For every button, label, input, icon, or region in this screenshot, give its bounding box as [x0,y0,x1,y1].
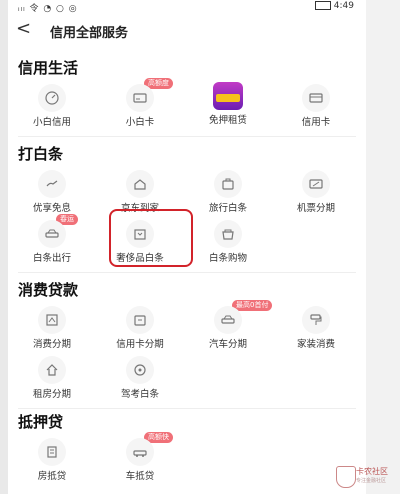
divider [18,408,356,409]
plane-ticket-icon [302,170,330,198]
chevron-left-icon[interactable]: < [16,18,31,39]
paint-roller-icon [302,306,330,334]
highlight-box [109,209,193,267]
item-label: 白条出行 [32,253,71,264]
service-item[interactable]: 信用卡 [272,80,360,130]
service-item[interactable]: 高额度 小白卡 [96,78,184,130]
item-label: 车抵贷 [125,471,155,482]
section-credit-life: 信用生活 小白信用 高额度 小白卡 免押租赁 信用卡 [8,56,366,145]
section-mortgage: 抵押贷 房抵贷 高额快 车抵贷 [8,410,366,484]
item-label: 租房分期 [32,389,71,400]
nav-header: < 信用全部服务 [8,12,366,46]
promo-icon [213,82,243,110]
background-strip [366,0,400,494]
item-label: 汽车分期 [208,339,247,350]
service-item[interactable]: 优享免息 [8,166,96,216]
suitcase-icon [214,170,242,198]
building-icon [38,438,66,466]
service-item[interactable]: 高额快 车抵贷 [96,432,184,484]
divider [18,272,356,273]
card-icon [126,84,154,112]
service-item[interactable]: 小白信用 [8,80,96,130]
service-item[interactable]: 家装消费 [272,302,360,352]
item-label: 免押租赁 [208,115,247,126]
item-label: 小白信用 [32,117,71,128]
watermark-text: 卡农社区 [356,467,388,476]
car-icon [38,220,66,248]
shield-icon [336,466,356,488]
watermark-sub: 专注金融社区 [356,478,387,484]
item-label: 小白卡 [125,117,155,128]
item-label: 家装消费 [296,339,335,350]
hand-icon [38,170,66,198]
item-label: 旅行白条 [208,203,247,214]
item-label: 消费分期 [32,339,71,350]
app-screen: ᵢₗₗ 令 ◔ ○ ◎ 4:49 < 信用全部服务 信用生活 小白信用 高额度 … [8,0,366,494]
item-label: 机票分期 [296,203,335,214]
watermark: 卡农社区 专注金融社区 [336,464,396,490]
gauge-icon [38,84,66,112]
installment-icon [38,306,66,334]
service-item[interactable]: 春运 白条出行 [8,214,96,266]
section-title: 抵押贷 [18,413,64,431]
service-item[interactable]: 信用卡分期 [96,302,184,352]
credit-card-icon [302,84,330,112]
clock: 4:49 [333,1,354,11]
section-title: 信用生活 [18,59,79,77]
section-consumer-loans: 消费贷款 消费分期 信用卡分期 最高0首付 汽车分期 家装消费 租房分期 驾考白… [8,278,366,417]
shopping-icon [214,220,242,248]
service-item[interactable]: 免押租赁 [184,80,272,130]
item-label: 信用卡 [301,117,331,128]
divider [18,136,356,137]
card-installment-icon [126,306,154,334]
service-item[interactable]: 房抵贷 [8,434,96,484]
status-bar: ᵢₗₗ 令 ◔ ○ ◎ 4:49 [8,0,366,14]
item-label: 驾考白条 [120,389,159,400]
car-icon [214,306,242,334]
house-icon [126,170,154,198]
item-label: 白条购物 [208,253,247,264]
section-title: 打白条 [18,145,64,163]
section-title: 消费贷款 [18,281,79,299]
service-item[interactable]: 机票分期 [272,166,360,216]
item-label: 优享免息 [32,203,71,214]
battery-icon [314,1,331,10]
home-icon [38,356,66,384]
item-label: 房抵贷 [37,471,67,482]
item-label: 信用卡分期 [116,339,164,350]
car-loan-icon [126,438,154,466]
status-right: 4:49 [314,1,354,11]
service-item[interactable]: 最高0首付 汽车分期 [184,300,273,352]
service-item[interactable]: 白条购物 [184,216,272,266]
service-item[interactable]: 消费分期 [8,302,96,352]
service-item[interactable]: 驾考白条 [96,352,184,402]
page-title: 信用全部服务 [50,26,129,41]
service-item[interactable]: 租房分期 [8,352,96,402]
service-item[interactable]: 旅行白条 [184,166,272,216]
steering-icon [126,356,154,384]
